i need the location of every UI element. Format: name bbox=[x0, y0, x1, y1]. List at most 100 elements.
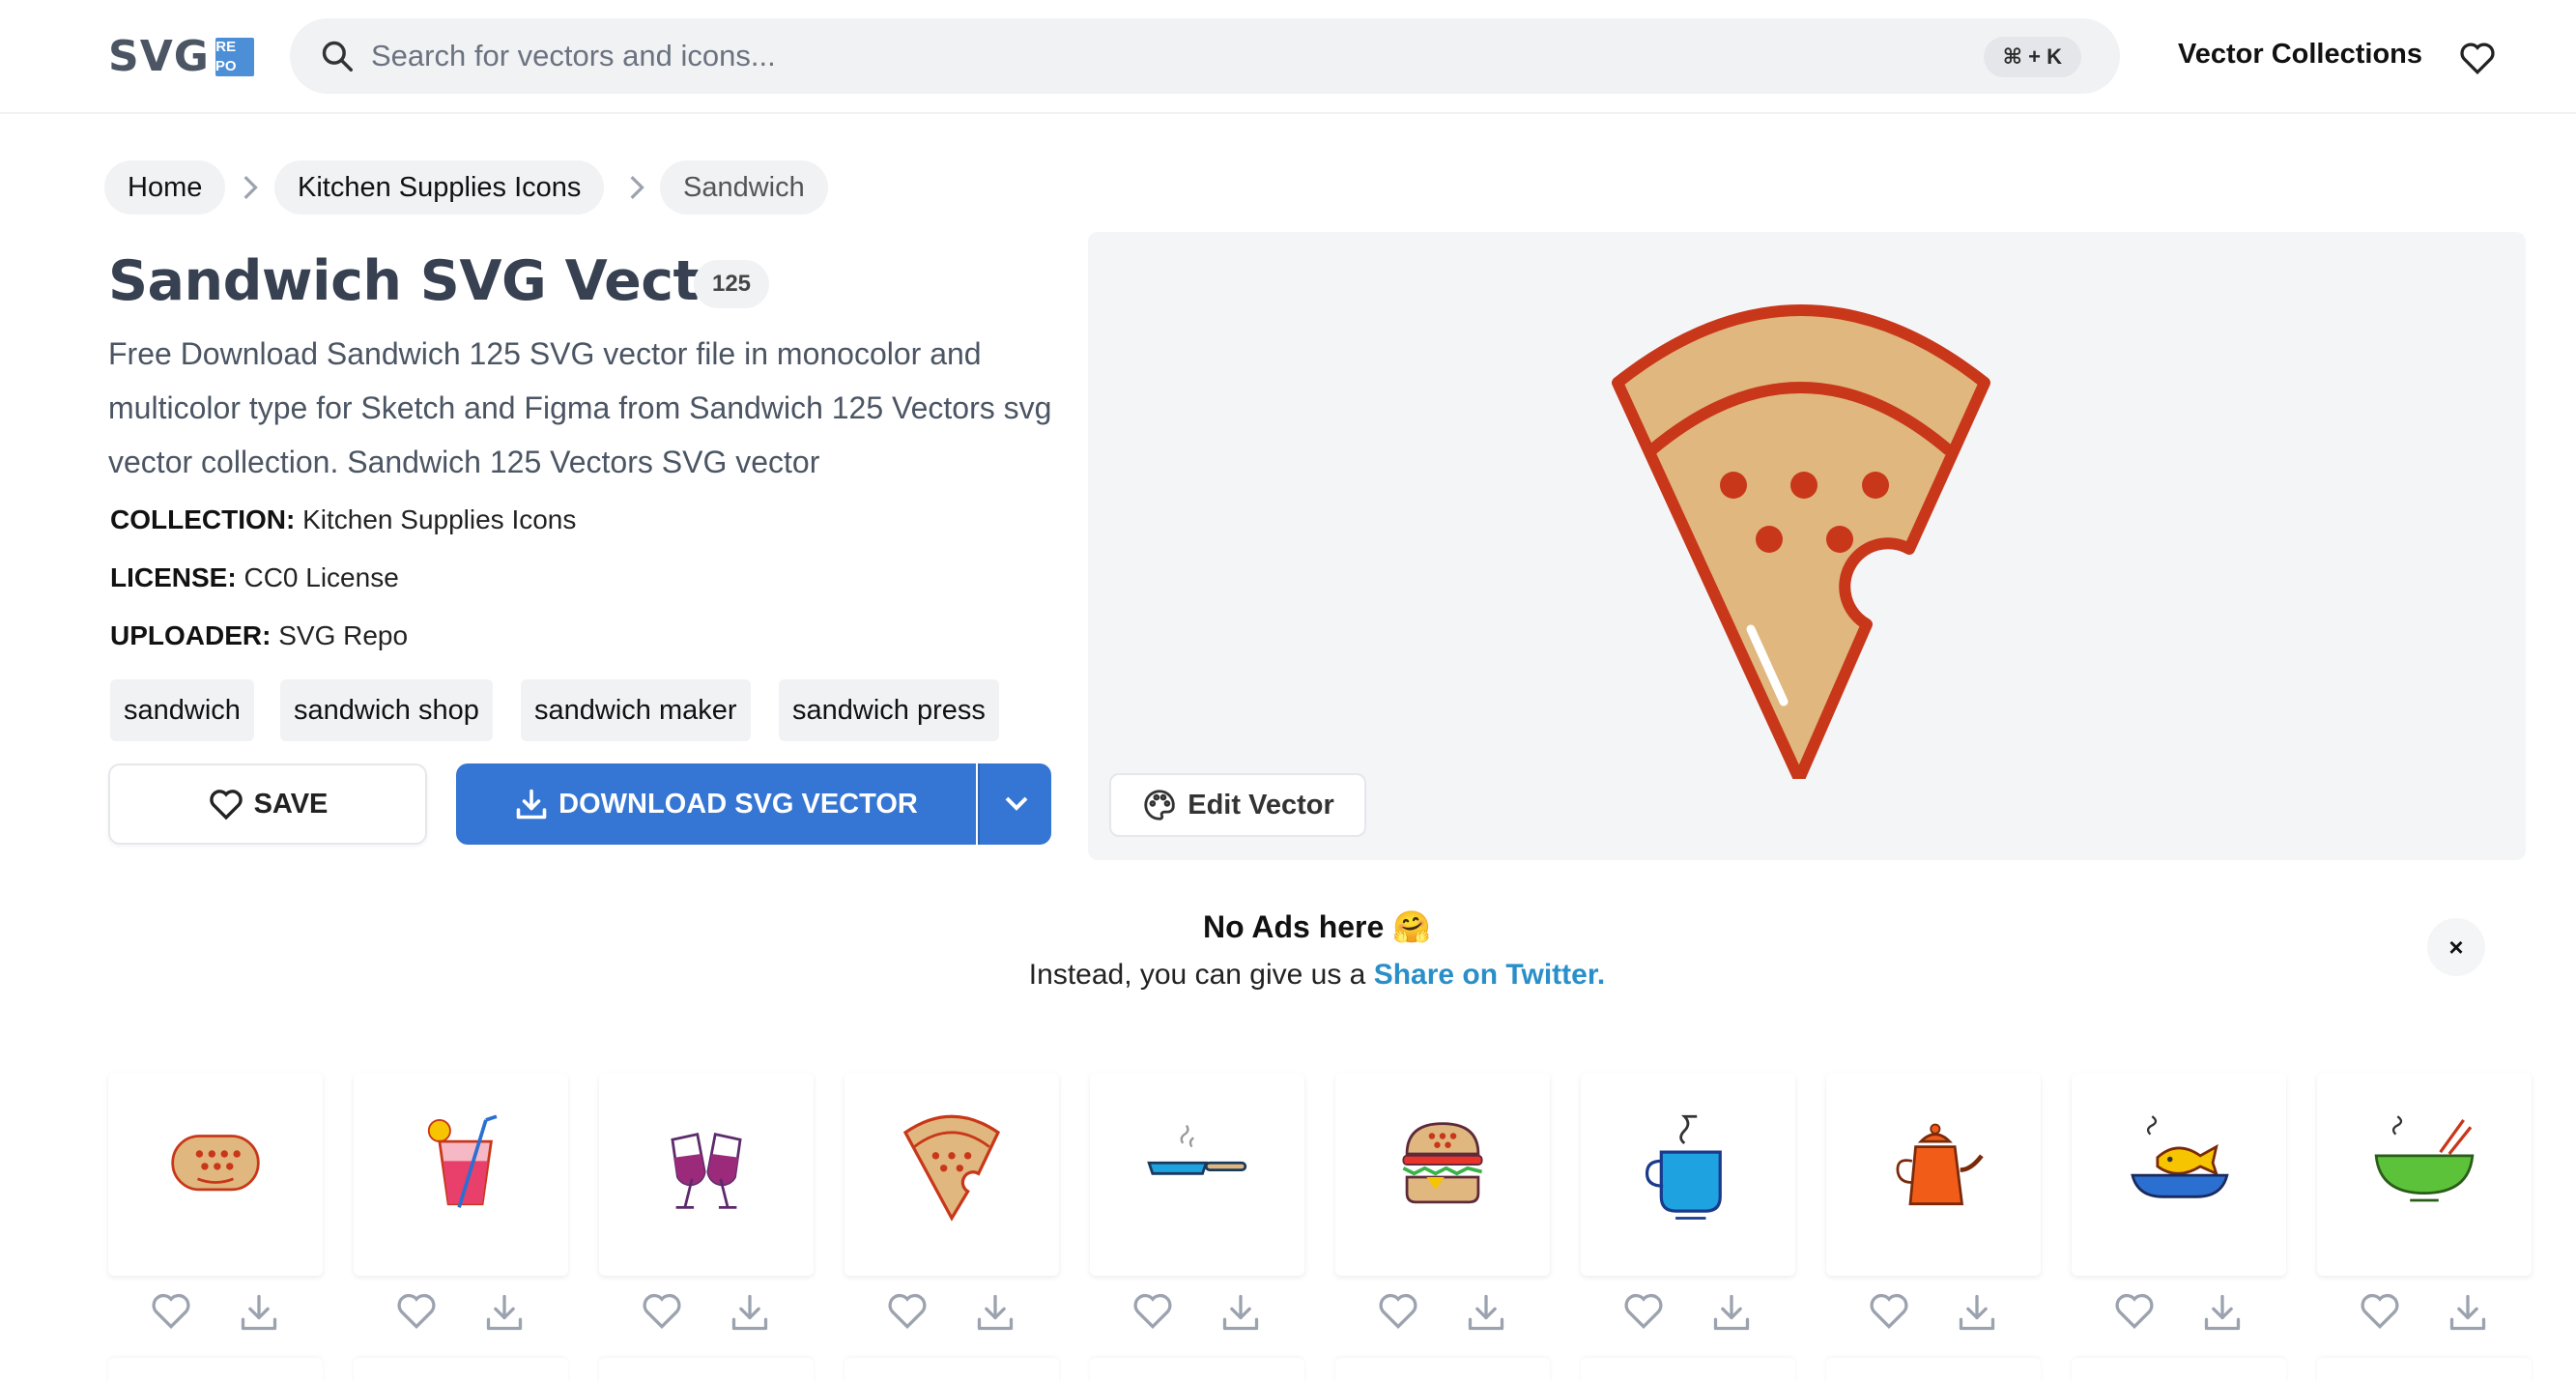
pizza-slice-icon bbox=[1612, 304, 1990, 779]
meta-value: CC0 License bbox=[236, 562, 399, 592]
tag-chip[interactable]: sandwich press bbox=[779, 679, 999, 741]
next-row-card-edge bbox=[354, 1358, 568, 1382]
favorite-heart-icon[interactable] bbox=[1377, 1291, 1419, 1334]
heart-icon bbox=[209, 790, 243, 821]
related-vector-card[interactable] bbox=[1335, 1073, 1550, 1276]
favorite-heart-icon[interactable] bbox=[2359, 1291, 2401, 1334]
chevron-right-icon bbox=[630, 176, 644, 199]
download-icon[interactable] bbox=[483, 1291, 526, 1334]
vector-preview-panel: Edit Vector bbox=[1088, 232, 2526, 860]
download-icon[interactable] bbox=[729, 1291, 771, 1334]
meta-license: LICENSE: CC0 License bbox=[110, 562, 399, 593]
meta-label: COLLECTION: bbox=[110, 504, 296, 534]
download-icon[interactable] bbox=[974, 1291, 1016, 1334]
related-vector-card[interactable] bbox=[844, 1073, 1059, 1276]
search-bar[interactable]: ⌘ + K bbox=[290, 18, 2120, 94]
fish-dish-icon bbox=[2131, 1115, 2229, 1198]
download-icon[interactable] bbox=[2201, 1291, 2244, 1334]
no-ads-text: Instead, you can give us a bbox=[1028, 959, 1374, 991]
breadcrumb-home[interactable]: Home bbox=[104, 160, 226, 215]
logo-badge-top: RE bbox=[215, 39, 237, 55]
favorite-heart-icon[interactable] bbox=[150, 1291, 192, 1334]
burger-icon bbox=[1402, 1122, 1483, 1204]
no-ads-subtitle: Instead, you can give us a Share on Twit… bbox=[0, 959, 2576, 992]
meta-label: LICENSE: bbox=[110, 562, 237, 592]
next-row-card-edge bbox=[2072, 1358, 2286, 1382]
vector-collections-link[interactable]: Vector Collections bbox=[2178, 39, 2422, 71]
tag-chip[interactable]: sandwich bbox=[110, 679, 254, 741]
download-options-dropdown[interactable] bbox=[978, 763, 1051, 845]
close-banner-button[interactable]: × bbox=[2427, 918, 2485, 976]
meta-collection: COLLECTION: Kitchen Supplies Icons bbox=[110, 504, 576, 535]
download-icon[interactable] bbox=[2447, 1291, 2489, 1334]
favorite-heart-icon[interactable] bbox=[1622, 1291, 1665, 1334]
download-icon[interactable] bbox=[1465, 1291, 1507, 1334]
next-row-card-edge bbox=[2317, 1358, 2532, 1382]
coffee-cup-icon bbox=[1645, 1114, 1722, 1220]
download-icon[interactable] bbox=[1219, 1291, 1262, 1334]
salad-bowl-icon bbox=[2374, 1115, 2475, 1202]
related-vector-card[interactable] bbox=[2317, 1073, 2532, 1276]
share-on-twitter-link[interactable]: Share on Twitter. bbox=[1374, 959, 1606, 991]
next-row-card-edge bbox=[599, 1358, 814, 1382]
logo-badge: RE PO bbox=[215, 38, 254, 76]
favorite-heart-icon[interactable] bbox=[395, 1291, 438, 1334]
logo-text: SVG bbox=[108, 32, 210, 81]
related-vector-card[interactable] bbox=[2072, 1073, 2286, 1276]
related-vector-card[interactable] bbox=[1090, 1073, 1304, 1276]
next-row-card-edge bbox=[844, 1358, 1059, 1382]
download-svg-button[interactable]: DOWNLOAD SVG VECTOR bbox=[456, 763, 976, 845]
related-vector-card[interactable] bbox=[354, 1073, 568, 1276]
download-icon bbox=[516, 789, 547, 820]
related-vector-card[interactable] bbox=[1581, 1073, 1795, 1276]
save-label: SAVE bbox=[253, 788, 329, 820]
next-row-card-edge bbox=[1335, 1358, 1550, 1382]
tag-chip[interactable]: sandwich maker bbox=[521, 679, 751, 741]
next-row-card-edge bbox=[1581, 1358, 1795, 1382]
wine-glasses-icon bbox=[671, 1133, 742, 1209]
cocktail-icon bbox=[427, 1114, 498, 1208]
pizza-slice-icon bbox=[902, 1114, 1001, 1222]
next-row-card-edge bbox=[108, 1358, 323, 1382]
keyboard-shortcut-badge: ⌘ + K bbox=[1983, 37, 2081, 77]
meta-value[interactable]: SVG Repo bbox=[271, 620, 408, 650]
palette-icon bbox=[1144, 790, 1175, 821]
page-title: Sandwich SVG Vector bbox=[108, 249, 763, 313]
save-button[interactable]: SAVE bbox=[108, 763, 427, 845]
logo-badge-bottom: PO bbox=[215, 58, 237, 74]
edit-vector-button[interactable]: Edit Vector bbox=[1109, 773, 1366, 837]
edit-vector-label: Edit Vector bbox=[1188, 789, 1334, 821]
no-ads-title: No Ads here 🤗 bbox=[1202, 909, 1432, 944]
next-row-card-edge bbox=[1090, 1358, 1304, 1382]
favorite-heart-icon[interactable] bbox=[641, 1291, 683, 1334]
top-header: SVG RE PO ⌘ + K Vector Collections bbox=[0, 0, 2576, 114]
page-description: Free Download Sandwich 125 SVG vector fi… bbox=[108, 336, 1052, 479]
meta-label: UPLOADER: bbox=[110, 620, 272, 650]
download-label: DOWNLOAD SVG VECTOR bbox=[558, 788, 918, 820]
download-icon[interactable] bbox=[1956, 1291, 1998, 1334]
bread-icon bbox=[171, 1135, 260, 1192]
breadcrumb-collection[interactable]: Kitchen Supplies Icons bbox=[274, 160, 605, 215]
meta-uploader: UPLOADER: SVG Repo bbox=[110, 620, 408, 651]
download-icon[interactable] bbox=[1710, 1291, 1753, 1334]
count-badge: 125 bbox=[694, 260, 769, 308]
download-icon[interactable] bbox=[238, 1291, 280, 1334]
favorites-heart-icon[interactable] bbox=[2458, 41, 2497, 75]
chevron-right-icon bbox=[243, 176, 258, 199]
meta-value[interactable]: Kitchen Supplies Icons bbox=[295, 504, 576, 534]
frying-pan-icon bbox=[1147, 1124, 1247, 1175]
next-row-card-edge bbox=[1826, 1358, 2041, 1382]
favorite-heart-icon[interactable] bbox=[886, 1291, 929, 1334]
tag-chip[interactable]: sandwich shop bbox=[280, 679, 493, 741]
favorite-heart-icon[interactable] bbox=[2113, 1291, 2156, 1334]
favorite-heart-icon[interactable] bbox=[1868, 1291, 1910, 1334]
site-logo[interactable]: SVG RE PO bbox=[108, 35, 254, 79]
related-vector-card[interactable] bbox=[108, 1073, 323, 1276]
chevron-down-icon bbox=[1005, 796, 1028, 811]
breadcrumb-current: Sandwich bbox=[660, 160, 828, 215]
search-icon bbox=[322, 41, 353, 72]
related-vector-card[interactable] bbox=[1826, 1073, 2041, 1276]
related-vector-card[interactable] bbox=[599, 1073, 814, 1276]
favorite-heart-icon[interactable] bbox=[1131, 1291, 1174, 1334]
search-input[interactable] bbox=[371, 18, 1917, 94]
